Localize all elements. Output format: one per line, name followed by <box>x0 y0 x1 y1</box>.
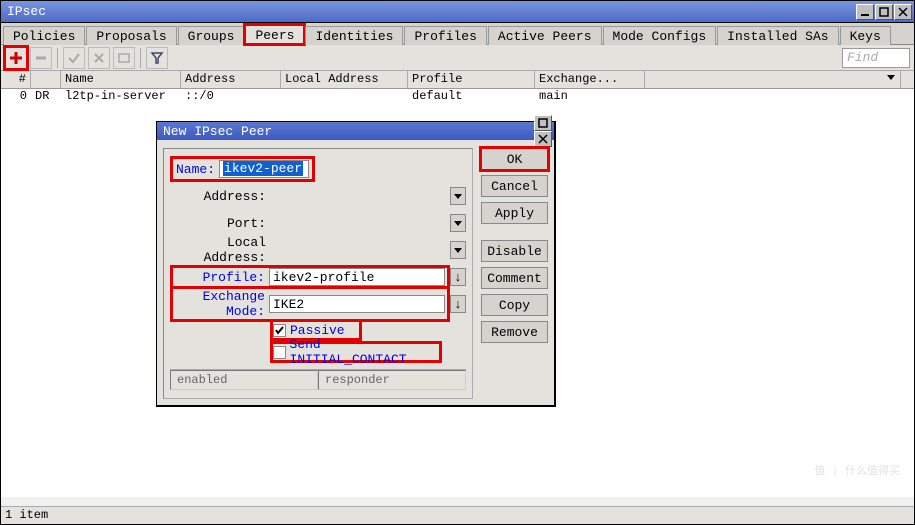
comment-button[interactable]: Comment <box>481 267 548 289</box>
tab-installed-sas[interactable]: Installed SAs <box>717 26 838 45</box>
comment-button[interactable] <box>113 47 135 69</box>
dialog-close-button[interactable] <box>534 131 552 147</box>
local-address-dropdown[interactable] <box>450 241 466 259</box>
cell-flag: DR <box>31 89 61 105</box>
copy-button[interactable]: Copy <box>481 294 548 316</box>
status-bar: 1 item <box>1 506 914 524</box>
separator <box>57 48 58 68</box>
col-address[interactable]: Address <box>181 71 281 88</box>
remove-button[interactable] <box>30 47 52 69</box>
tab-profiles[interactable]: Profiles <box>404 26 486 45</box>
ok-button[interactable]: OK <box>481 148 548 170</box>
add-button[interactable] <box>5 47 27 69</box>
remove-button-dialog[interactable]: Remove <box>481 321 548 343</box>
cell-profile: default <box>408 89 535 105</box>
exchange-input[interactable] <box>269 295 445 313</box>
minimize-button[interactable] <box>856 4 874 20</box>
cell-num: 0 <box>1 89 31 105</box>
separator <box>140 48 141 68</box>
dialog-new-peer: New IPsec Peer Name: ikev2-peer Address: <box>156 121 556 407</box>
col-profile[interactable]: Profile <box>408 71 535 88</box>
maximize-button[interactable] <box>875 4 893 20</box>
table-row[interactable]: 0 DR l2tp-in-server ::/0 default main <box>1 89 914 105</box>
disable-button[interactable] <box>88 47 110 69</box>
exchange-label: Exchange Mode: <box>175 289 269 319</box>
status-text: 1 item <box>5 508 48 522</box>
passive-checkbox[interactable] <box>273 324 286 337</box>
toolbar: Find <box>1 45 914 71</box>
filter-button[interactable] <box>146 47 168 69</box>
cell-address: ::/0 <box>181 89 281 105</box>
address-label: Address: <box>170 189 270 204</box>
watermark: 值 | 什么值得买 <box>790 462 900 502</box>
dialog-form: Name: ikev2-peer Address: Port: Local Ad… <box>163 148 473 399</box>
window-titlebar: IPsec <box>1 1 914 23</box>
col-flag[interactable] <box>31 71 61 88</box>
tab-keys[interactable]: Keys <box>840 26 891 45</box>
profile-input[interactable] <box>269 268 445 286</box>
window-title: IPsec <box>7 4 46 19</box>
tab-identities[interactable]: Identities <box>305 26 403 45</box>
enable-button[interactable] <box>63 47 85 69</box>
address-dropdown[interactable] <box>450 187 466 205</box>
exchange-dropdown[interactable] <box>450 295 466 313</box>
dropdown-icon[interactable] <box>886 72 896 82</box>
dialog-status-enabled: enabled <box>170 370 318 390</box>
tab-groups[interactable]: Groups <box>178 26 245 45</box>
cancel-button[interactable]: Cancel <box>481 175 548 197</box>
disable-button[interactable]: Disable <box>481 240 548 262</box>
col-exchange[interactable]: Exchange... <box>535 71 645 88</box>
tab-proposals[interactable]: Proposals <box>86 26 176 45</box>
table-header: # Name Address Local Address Profile Exc… <box>1 71 914 89</box>
tab-peers[interactable]: Peers <box>245 25 304 44</box>
tab-mode-configs[interactable]: Mode Configs <box>603 26 717 45</box>
cell-exchange: main <box>535 89 645 105</box>
cell-name: l2tp-in-server <box>61 89 181 105</box>
tab-policies[interactable]: Policies <box>3 26 85 45</box>
profile-dropdown[interactable] <box>450 268 466 286</box>
send-initial-label: Send INITIAL_CONTACT <box>290 337 439 367</box>
dialog-status-responder: responder <box>318 370 466 390</box>
close-button[interactable] <box>894 4 912 20</box>
dialog-titlebar[interactable]: New IPsec Peer <box>157 122 554 140</box>
col-name[interactable]: Name <box>61 71 181 88</box>
profile-label: Profile: <box>175 270 269 285</box>
tab-active-peers[interactable]: Active Peers <box>488 26 602 45</box>
col-local-address[interactable]: Local Address <box>281 71 408 88</box>
apply-button[interactable]: Apply <box>481 202 548 224</box>
col-extra[interactable] <box>645 71 901 88</box>
dialog-title: New IPsec Peer <box>163 124 272 139</box>
cell-local-address <box>281 89 408 105</box>
port-label: Port: <box>170 216 270 231</box>
send-initial-checkbox[interactable] <box>273 346 286 359</box>
dialog-maximize-button[interactable] <box>534 115 552 131</box>
port-dropdown[interactable] <box>450 214 466 232</box>
passive-label: Passive <box>290 323 345 338</box>
tab-bar: Policies Proposals Groups Peers Identiti… <box>1 23 914 45</box>
name-label: Name: <box>176 162 219 177</box>
local-address-label: Local Address: <box>170 235 270 265</box>
name-input[interactable]: ikev2-peer <box>219 160 309 178</box>
col-num[interactable]: # <box>1 71 31 88</box>
find-input[interactable]: Find <box>842 48 910 68</box>
